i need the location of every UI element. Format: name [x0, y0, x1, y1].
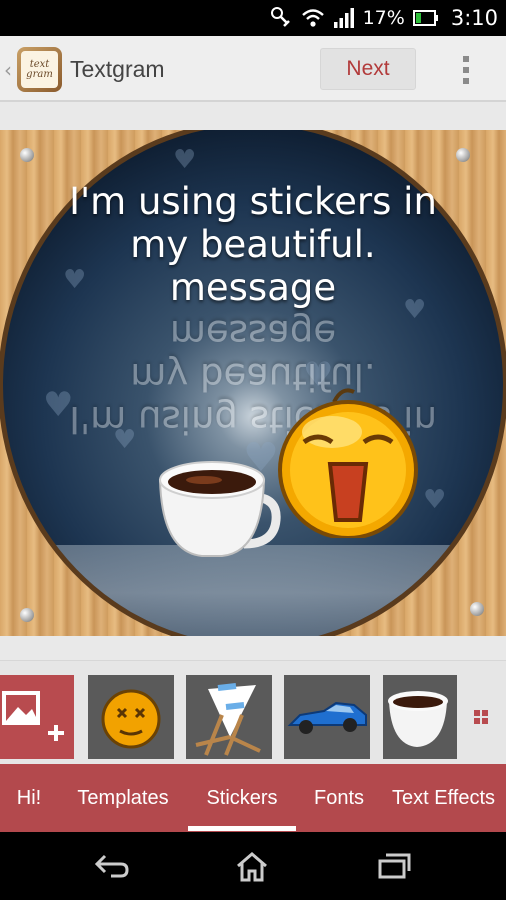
battery-icon: [412, 10, 438, 26]
recent-apps-button[interactable]: [374, 846, 414, 886]
message-line-1: I'm using stickers in: [69, 180, 437, 223]
tab-stickers[interactable]: Stickers: [192, 764, 292, 832]
screw-decoration: [470, 602, 484, 616]
reflection-line-1: I'm using stickers in: [69, 398, 437, 441]
message-reflection: I'm using stickers in my beautiful. mess…: [0, 312, 506, 441]
home-icon: [237, 852, 267, 882]
dizzy-smiley-icon: [101, 689, 161, 749]
message-canvas[interactable]: ♥ ♥ ♥ ♥ ♥ ♥ ♥ ♥ ♥ I'm using stickers in …: [0, 130, 506, 636]
heart-decoration-icon: ♥: [423, 485, 447, 515]
signal-icon: [333, 8, 354, 28]
screw-decoration: [456, 148, 470, 162]
tab-bar: Hi! Templates Stickers Fonts Text Effect…: [0, 764, 506, 832]
grid-view-icon[interactable]: [474, 710, 488, 724]
coffee-cup-sticker[interactable]: [152, 452, 282, 562]
app-title: Textgram: [70, 56, 165, 82]
sticker-thumb-coffee-cup[interactable]: [383, 675, 457, 759]
coffee-cup-icon: [388, 691, 448, 747]
add-image-button[interactable]: [0, 675, 74, 759]
sticker-strip: [0, 660, 506, 764]
sticker-thumb-dizzy-smiley[interactable]: [88, 675, 174, 759]
tab-hi[interactable]: Hi!: [4, 764, 54, 832]
back-arrow-icon: [94, 854, 129, 878]
app-logo-line-1: text: [29, 58, 50, 70]
add-image-icon: [2, 691, 64, 741]
system-navigation-bar: [0, 832, 506, 900]
screen: 17% 3:10 ‹ text gram Textgram Next ♥ ♥ ♥…: [0, 0, 506, 900]
sticker-thumb-beach-chair[interactable]: [186, 675, 272, 759]
message-line-2: my beautiful.: [130, 223, 376, 266]
blue-car-icon: [287, 701, 367, 734]
usb-debug-icon: [270, 7, 290, 27]
app-logo-text: text gram: [21, 51, 58, 88]
tab-text-effects[interactable]: Text Effects: [392, 764, 506, 832]
battery-percent: 17%: [362, 7, 405, 29]
message-line-3: message: [169, 266, 337, 309]
back-button[interactable]: [92, 846, 132, 886]
overflow-menu-icon[interactable]: [454, 52, 478, 88]
recent-apps-icon: [378, 853, 411, 879]
selected-tab-indicator: [188, 826, 296, 831]
action-bar: ‹ text gram Textgram Next: [0, 36, 506, 102]
screw-decoration: [20, 148, 34, 162]
next-button[interactable]: Next: [320, 48, 416, 90]
reflection-line-2: my beautiful.: [130, 355, 376, 398]
app-logo[interactable]: text gram: [17, 47, 62, 92]
status-bar: 17% 3:10: [0, 0, 506, 36]
tab-fonts[interactable]: Fonts: [304, 764, 374, 832]
app-logo-line-2: gram: [26, 68, 53, 80]
clock: 3:10: [450, 6, 498, 30]
yawning-smiley-sticker[interactable]: [272, 382, 424, 538]
beach-chair-icon: [195, 683, 261, 756]
tab-templates[interactable]: Templates: [66, 764, 180, 832]
home-button[interactable]: [232, 846, 272, 886]
wifi-icon: [301, 9, 324, 27]
screw-decoration: [20, 608, 34, 622]
sticker-thumb-blue-car[interactable]: [284, 675, 370, 759]
heart-decoration-icon: ♥: [173, 145, 197, 175]
reflection-line-3: message: [169, 312, 337, 355]
message-text[interactable]: I'm using stickers in my beautiful. mess…: [0, 180, 506, 309]
up-chevron-icon[interactable]: ‹: [4, 58, 12, 82]
